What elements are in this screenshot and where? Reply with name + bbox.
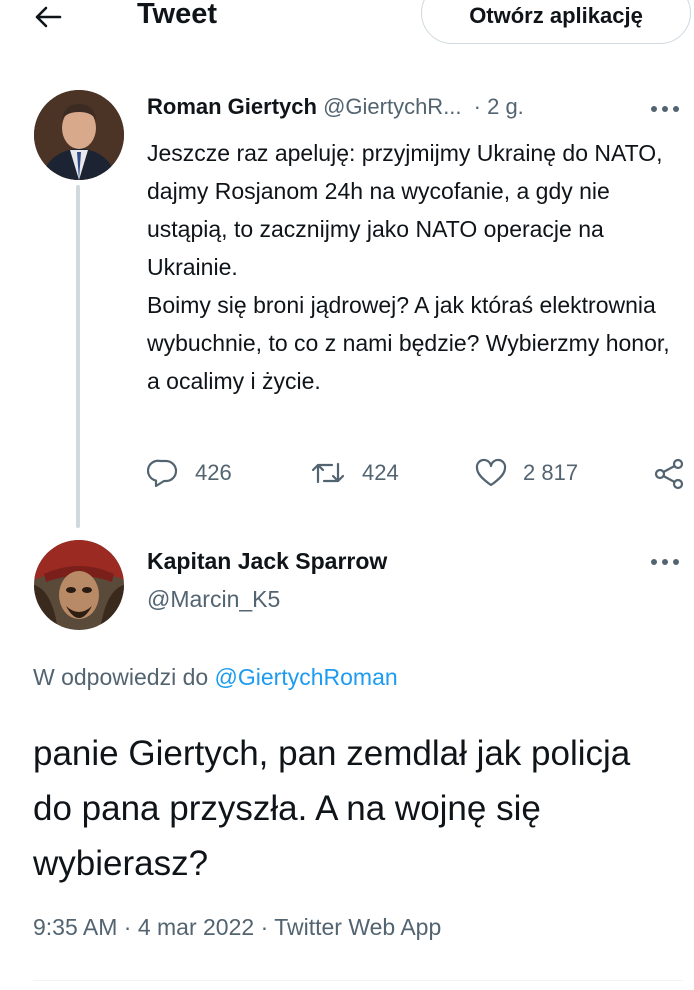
- retweet-icon: [311, 462, 345, 484]
- reply-author-name[interactable]: Kapitan Jack Sparrow: [147, 548, 387, 575]
- replying-to: W odpowiedzi do @GiertychRoman: [33, 664, 398, 691]
- avatar[interactable]: [34, 90, 124, 180]
- reply-count: 426: [195, 460, 232, 485]
- reply-text: panie Giertych, pan zemdlał jak policja …: [33, 734, 631, 883]
- retweet-button[interactable]: 424: [310, 458, 399, 488]
- share-button[interactable]: [654, 458, 686, 490]
- top-bar: Tweet Otwórz aplikację: [0, 0, 694, 44]
- page-title: Tweet: [137, 0, 218, 30]
- tweet-author-line: Roman Giertych @GiertychR... · 2 g.: [147, 94, 524, 120]
- reply-author-handle[interactable]: @Marcin_K5: [147, 586, 280, 613]
- author-handle[interactable]: @GiertychR...: [323, 94, 461, 119]
- like-icon: [475, 458, 507, 487]
- like-count: 2 817: [523, 460, 579, 485]
- like-button[interactable]: 2 817: [475, 458, 578, 488]
- reply-icon: [147, 459, 178, 488]
- tweet-actions: 426 424 2 817: [0, 458, 694, 498]
- tweet-timestamp[interactable]: 9:35 AM · 4 mar 2022 · Twitter Web App: [33, 914, 441, 941]
- tweet-time[interactable]: · 2 g.: [474, 94, 524, 119]
- share-icon: [654, 458, 684, 490]
- more-icon: [651, 559, 679, 565]
- retweet-count: 424: [362, 460, 399, 485]
- more-button[interactable]: [650, 100, 680, 118]
- more-button[interactable]: [650, 553, 680, 571]
- tweet-text: Jeszcze raz apeluję: przyjmijmy Ukrainę …: [147, 140, 670, 394]
- more-icon: [651, 106, 679, 112]
- replying-to-prefix: W odpowiedzi do: [33, 664, 209, 690]
- reply-button[interactable]: 426: [147, 458, 232, 488]
- back-button[interactable]: [26, 0, 70, 34]
- replying-to-link[interactable]: @GiertychRoman: [215, 664, 398, 690]
- divider: [33, 980, 683, 981]
- back-arrow-icon: [35, 6, 62, 28]
- avatar[interactable]: [34, 540, 124, 630]
- open-app-button[interactable]: Otwórz aplikację: [421, 0, 691, 44]
- author-name[interactable]: Roman Giertych: [147, 94, 317, 119]
